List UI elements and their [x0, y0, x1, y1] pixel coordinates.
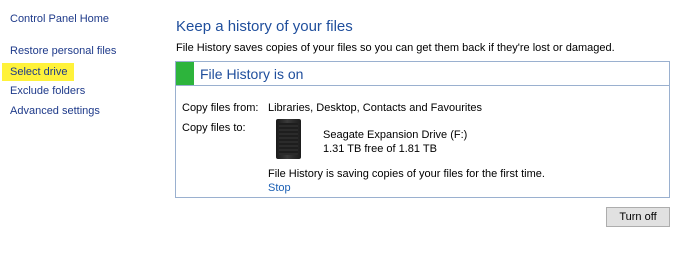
- page-description: File History saves copies of your files …: [176, 42, 615, 54]
- control-panel-home-link[interactable]: Control Panel Home: [10, 12, 109, 26]
- sidebar: Control Panel Home Restore personal file…: [0, 0, 150, 253]
- file-history-status-panel: File History is on Copy files from: Libr…: [175, 61, 670, 198]
- page-title: Keep a history of your files: [176, 18, 353, 35]
- drive-name: Seagate Expansion Drive (F:): [323, 129, 468, 141]
- status-text: File History is on: [200, 66, 304, 82]
- advanced-settings-link[interactable]: Advanced settings: [10, 104, 100, 118]
- exclude-folders-link[interactable]: Exclude folders: [10, 84, 85, 98]
- stop-link[interactable]: Stop: [268, 182, 291, 194]
- status-indicator-icon: [176, 62, 194, 85]
- turn-off-button[interactable]: Turn off: [606, 207, 670, 227]
- copy-from-label: Copy files from:: [182, 102, 259, 114]
- copy-from-value: Libraries, Desktop, Contacts and Favouri…: [268, 102, 482, 114]
- drive-free-space: 1.31 TB free of 1.81 TB: [323, 143, 437, 155]
- panel-divider: [176, 85, 669, 86]
- restore-personal-files-link[interactable]: Restore personal files: [10, 44, 116, 58]
- saving-message: File History is saving copies of your fi…: [268, 168, 545, 180]
- external-drive-icon: [276, 119, 301, 159]
- copy-to-label: Copy files to:: [182, 122, 246, 134]
- select-drive-link[interactable]: Select drive: [2, 63, 74, 81]
